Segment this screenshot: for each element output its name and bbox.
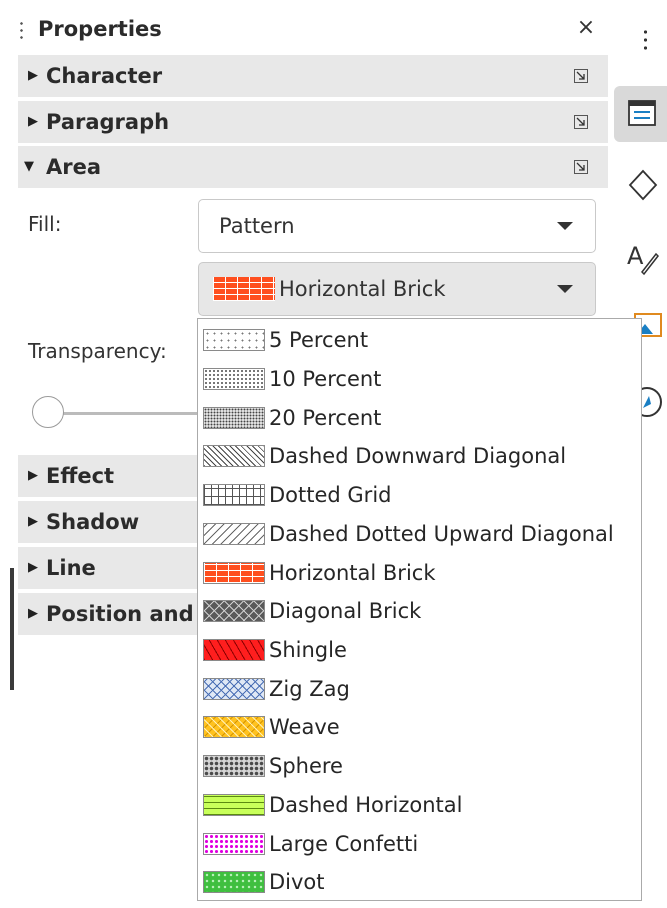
pattern-option-large-confetti[interactable]: Large Confetti [203, 825, 639, 863]
section-area[interactable]: ▼ Area [18, 146, 608, 188]
pattern-option-label: 5 Percent [269, 328, 369, 352]
section-line-label: Line [46, 556, 96, 580]
pattern-option-horizontal-brick[interactable]: Horizontal Brick [203, 554, 639, 592]
collapsed-arrow-icon: ▶ [28, 114, 38, 129]
pattern-large-confetti-icon [203, 833, 265, 855]
pattern-option-sphere[interactable]: Sphere [203, 747, 639, 785]
fill-type-dropdown[interactable]: Pattern [198, 199, 596, 253]
pattern-list-popup: 5 Percent 10 Percent 20 Percent Dashed D… [197, 318, 642, 901]
pattern-option-20-percent[interactable]: 20 Percent [203, 399, 639, 437]
collapsed-arrow-icon: ▶ [28, 560, 38, 575]
collapsed-arrow-icon: ▶ [28, 606, 38, 621]
pattern-option-label: Zig Zag [269, 677, 350, 701]
section-effect-label: Effect [46, 464, 115, 488]
section-paragraph[interactable]: ▶ Paragraph [18, 101, 608, 143]
sidebar-menu-icon[interactable] [644, 28, 647, 52]
pattern-option-dashed-dotted-upward-diagonal[interactable]: Dashed Dotted Upward Diagonal [203, 515, 639, 553]
pattern-option-label: Large Confetti [269, 832, 419, 856]
pattern-option-label: Weave [269, 715, 340, 739]
transparency-label: Transparency: [28, 339, 167, 363]
more-options-icon[interactable] [573, 159, 589, 175]
drag-grip-icon[interactable] [20, 20, 23, 42]
pattern-option-5-percent[interactable]: 5 Percent [203, 321, 639, 359]
panel-title: Properties [38, 17, 162, 41]
pattern-option-label: Dotted Grid [269, 483, 392, 507]
pattern-dropdown[interactable]: Horizontal Brick [198, 262, 596, 316]
horizontal-brick-swatch-icon [213, 277, 275, 301]
pattern-option-label: Dashed Downward Diagonal [269, 444, 567, 468]
pattern-10-percent-icon [203, 368, 265, 390]
pattern-zig-zag-icon [203, 678, 265, 700]
close-button[interactable]: × [572, 14, 600, 42]
fill-type-value: Pattern [219, 214, 295, 238]
pattern-dashed-downward-diagonal-icon [203, 445, 265, 467]
pattern-dotted-grid-icon [203, 484, 265, 506]
pattern-option-dashed-downward-diagonal[interactable]: Dashed Downward Diagonal [203, 437, 639, 475]
section-character-label: Character [46, 64, 163, 88]
pattern-5-percent-icon [203, 329, 265, 351]
pattern-value: Horizontal Brick [279, 277, 446, 301]
section-shadow-label: Shadow [46, 510, 140, 534]
collapsed-arrow-icon: ▶ [28, 68, 38, 83]
pattern-option-label: Divot [269, 870, 325, 894]
pattern-20-percent-icon [203, 407, 265, 429]
pattern-horizontal-brick-icon [203, 562, 265, 584]
pattern-option-shingle[interactable]: Shingle [203, 631, 639, 669]
pattern-option-label: Dashed Horizontal [269, 793, 463, 817]
transparency-slider-handle[interactable] [32, 396, 64, 428]
pattern-divot-icon [203, 871, 265, 893]
chevron-down-icon [557, 285, 573, 293]
pattern-option-diagonal-brick[interactable]: Diagonal Brick [203, 592, 639, 630]
pattern-option-label: 10 Percent [269, 367, 382, 391]
pattern-option-dashed-horizontal[interactable]: Dashed Horizontal [203, 786, 639, 824]
pattern-option-label: 20 Percent [269, 406, 382, 430]
pattern-diagonal-brick-icon [203, 600, 265, 622]
section-character[interactable]: ▶ Character [18, 55, 608, 97]
pattern-dashed-horizontal-icon [203, 794, 265, 816]
pattern-option-label: Dashed Dotted Upward Diagonal [269, 522, 614, 546]
expanded-arrow-icon: ▼ [24, 159, 34, 174]
pattern-option-label: Sphere [269, 754, 343, 778]
panel-titlebar: Properties × [16, 10, 608, 50]
collapsed-arrow-icon: ▶ [28, 468, 38, 483]
pattern-option-10-percent[interactable]: 10 Percent [203, 360, 639, 398]
pattern-dashed-dotted-upward-diagonal-icon [203, 523, 265, 545]
pattern-shingle-icon [203, 639, 265, 661]
fill-label: Fill: [28, 212, 62, 236]
panel-resize-handle[interactable] [10, 568, 14, 690]
section-paragraph-label: Paragraph [46, 110, 170, 134]
pattern-option-weave[interactable]: Weave [203, 708, 639, 746]
more-options-icon[interactable] [573, 114, 589, 130]
pattern-weave-icon [203, 716, 265, 738]
pattern-option-divot[interactable]: Divot [203, 863, 639, 901]
more-options-icon[interactable] [573, 68, 589, 84]
styles-icon[interactable]: A [626, 240, 660, 276]
pattern-sphere-icon [203, 755, 265, 777]
section-position-label: Position and [46, 602, 194, 626]
svg-text:A: A [627, 242, 644, 270]
pattern-option-zig-zag[interactable]: Zig Zag [203, 670, 639, 708]
properties-icon [628, 100, 656, 126]
chevron-down-icon [557, 222, 573, 230]
pattern-option-dotted-grid[interactable]: Dotted Grid [203, 476, 639, 514]
shapes-diamond-icon[interactable] [628, 168, 658, 202]
collapsed-arrow-icon: ▶ [28, 514, 38, 529]
pattern-option-label: Horizontal Brick [269, 561, 436, 585]
pattern-option-label: Diagonal Brick [269, 599, 422, 623]
pattern-option-label: Shingle [269, 638, 347, 662]
transparency-slider-track[interactable] [50, 412, 200, 415]
section-area-label: Area [46, 155, 102, 179]
